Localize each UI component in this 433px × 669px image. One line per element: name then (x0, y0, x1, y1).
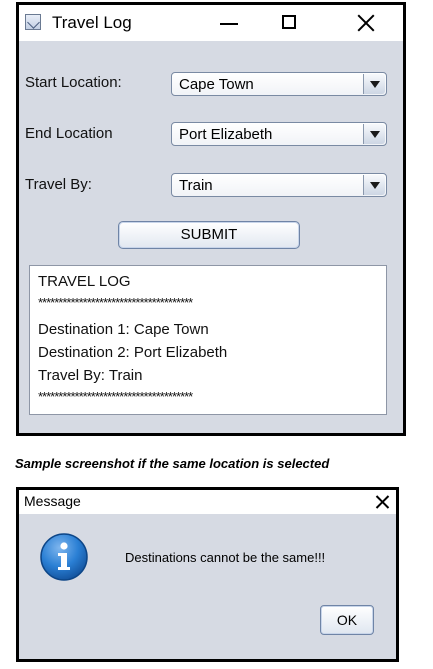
output-line: ************************************** (38, 295, 193, 310)
maximize-icon[interactable] (267, 5, 313, 41)
info-icon (40, 533, 88, 581)
travel-by-label: Travel By: (25, 176, 92, 193)
travel-log-window: Travel Log Start Location: Cape Town End… (16, 2, 406, 436)
chevron-down-icon[interactable] (363, 175, 385, 195)
dialog-title: Message (24, 493, 81, 509)
minimize-icon[interactable] (206, 5, 252, 41)
output-line: Travel By: Train (38, 367, 143, 384)
output-line: Destination 1: Cape Town (38, 321, 209, 338)
ok-button[interactable]: OK (320, 605, 374, 635)
end-location-label: End Location (25, 125, 113, 142)
java-app-icon (25, 14, 41, 30)
dialog-message: Destinations cannot be the same!!! (125, 550, 326, 565)
window-title: Travel Log (52, 13, 132, 32)
submit-button[interactable]: SUBMIT (118, 221, 300, 249)
chevron-down-icon[interactable] (363, 124, 385, 144)
message-dialog: Message Destinations cannot be the same!… (16, 487, 399, 662)
end-location-combo[interactable]: Port Elizabeth (171, 122, 387, 146)
output-line: TRAVEL LOG (38, 273, 131, 290)
travel-by-value: Train (179, 177, 213, 194)
close-icon[interactable] (372, 492, 392, 512)
start-location-label: Start Location: (25, 74, 122, 91)
close-icon[interactable] (343, 5, 389, 41)
caption-text: Sample screenshot if the same location i… (15, 456, 330, 471)
travel-log-output[interactable]: TRAVEL LOG *****************************… (29, 265, 387, 415)
chevron-down-icon[interactable] (363, 74, 385, 94)
output-line: ************************************** (38, 389, 193, 404)
start-location-value: Cape Town (179, 76, 254, 93)
dialog-title-bar[interactable]: Message (19, 490, 396, 514)
output-line: Destination 2: Port Elizabeth (38, 344, 228, 361)
title-bar[interactable]: Travel Log (19, 5, 403, 41)
end-location-value: Port Elizabeth (179, 126, 273, 143)
travel-by-combo[interactable]: Train (171, 173, 387, 197)
start-location-combo[interactable]: Cape Town (171, 72, 387, 96)
